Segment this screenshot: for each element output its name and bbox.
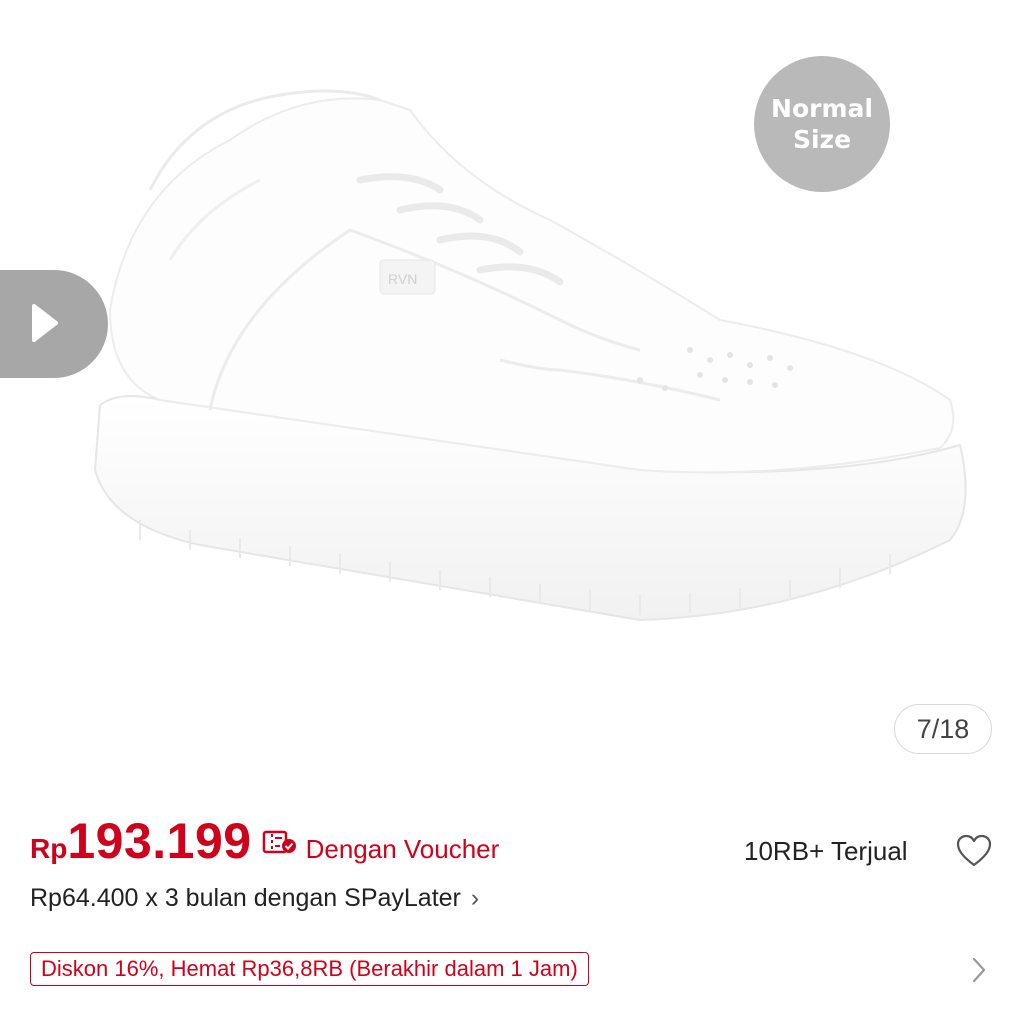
price-amount: 193.199: [67, 813, 252, 869]
brand-tag-label: RVN: [388, 271, 417, 287]
price-row: Rp 193.199 Dengan Voucher: [30, 812, 499, 872]
image-counter: 7/18: [894, 704, 992, 754]
chevron-right-icon: ›: [470, 884, 480, 912]
sold-count: 10RB+ Terjual: [744, 836, 908, 866]
voucher-label[interactable]: Dengan Voucher: [306, 834, 500, 865]
size-badge-line2: Size: [792, 125, 852, 154]
chevron-right-icon[interactable]: [970, 956, 988, 989]
voucher-check-icon: [262, 828, 298, 856]
heart-outline-icon[interactable]: [956, 834, 992, 873]
size-badge-line1: Normal: [771, 94, 873, 123]
spaylater-installment-link[interactable]: Rp64.400 x 3 bulan dengan SPayLater ›: [30, 884, 479, 913]
spaylater-text: Rp64.400 x 3 bulan dengan SPayLater: [30, 884, 461, 912]
play-video-button[interactable]: [0, 270, 108, 378]
normal-size-badge: Normal Size: [754, 56, 890, 192]
product-image-gallery[interactable]: RVN Normal Size 7/18: [0, 0, 1024, 780]
discount-badge: Diskon 16%, Hemat Rp36,8RB (Berakhir dal…: [30, 952, 589, 986]
price-currency: Rp: [30, 833, 68, 864]
play-icon: [32, 304, 58, 342]
